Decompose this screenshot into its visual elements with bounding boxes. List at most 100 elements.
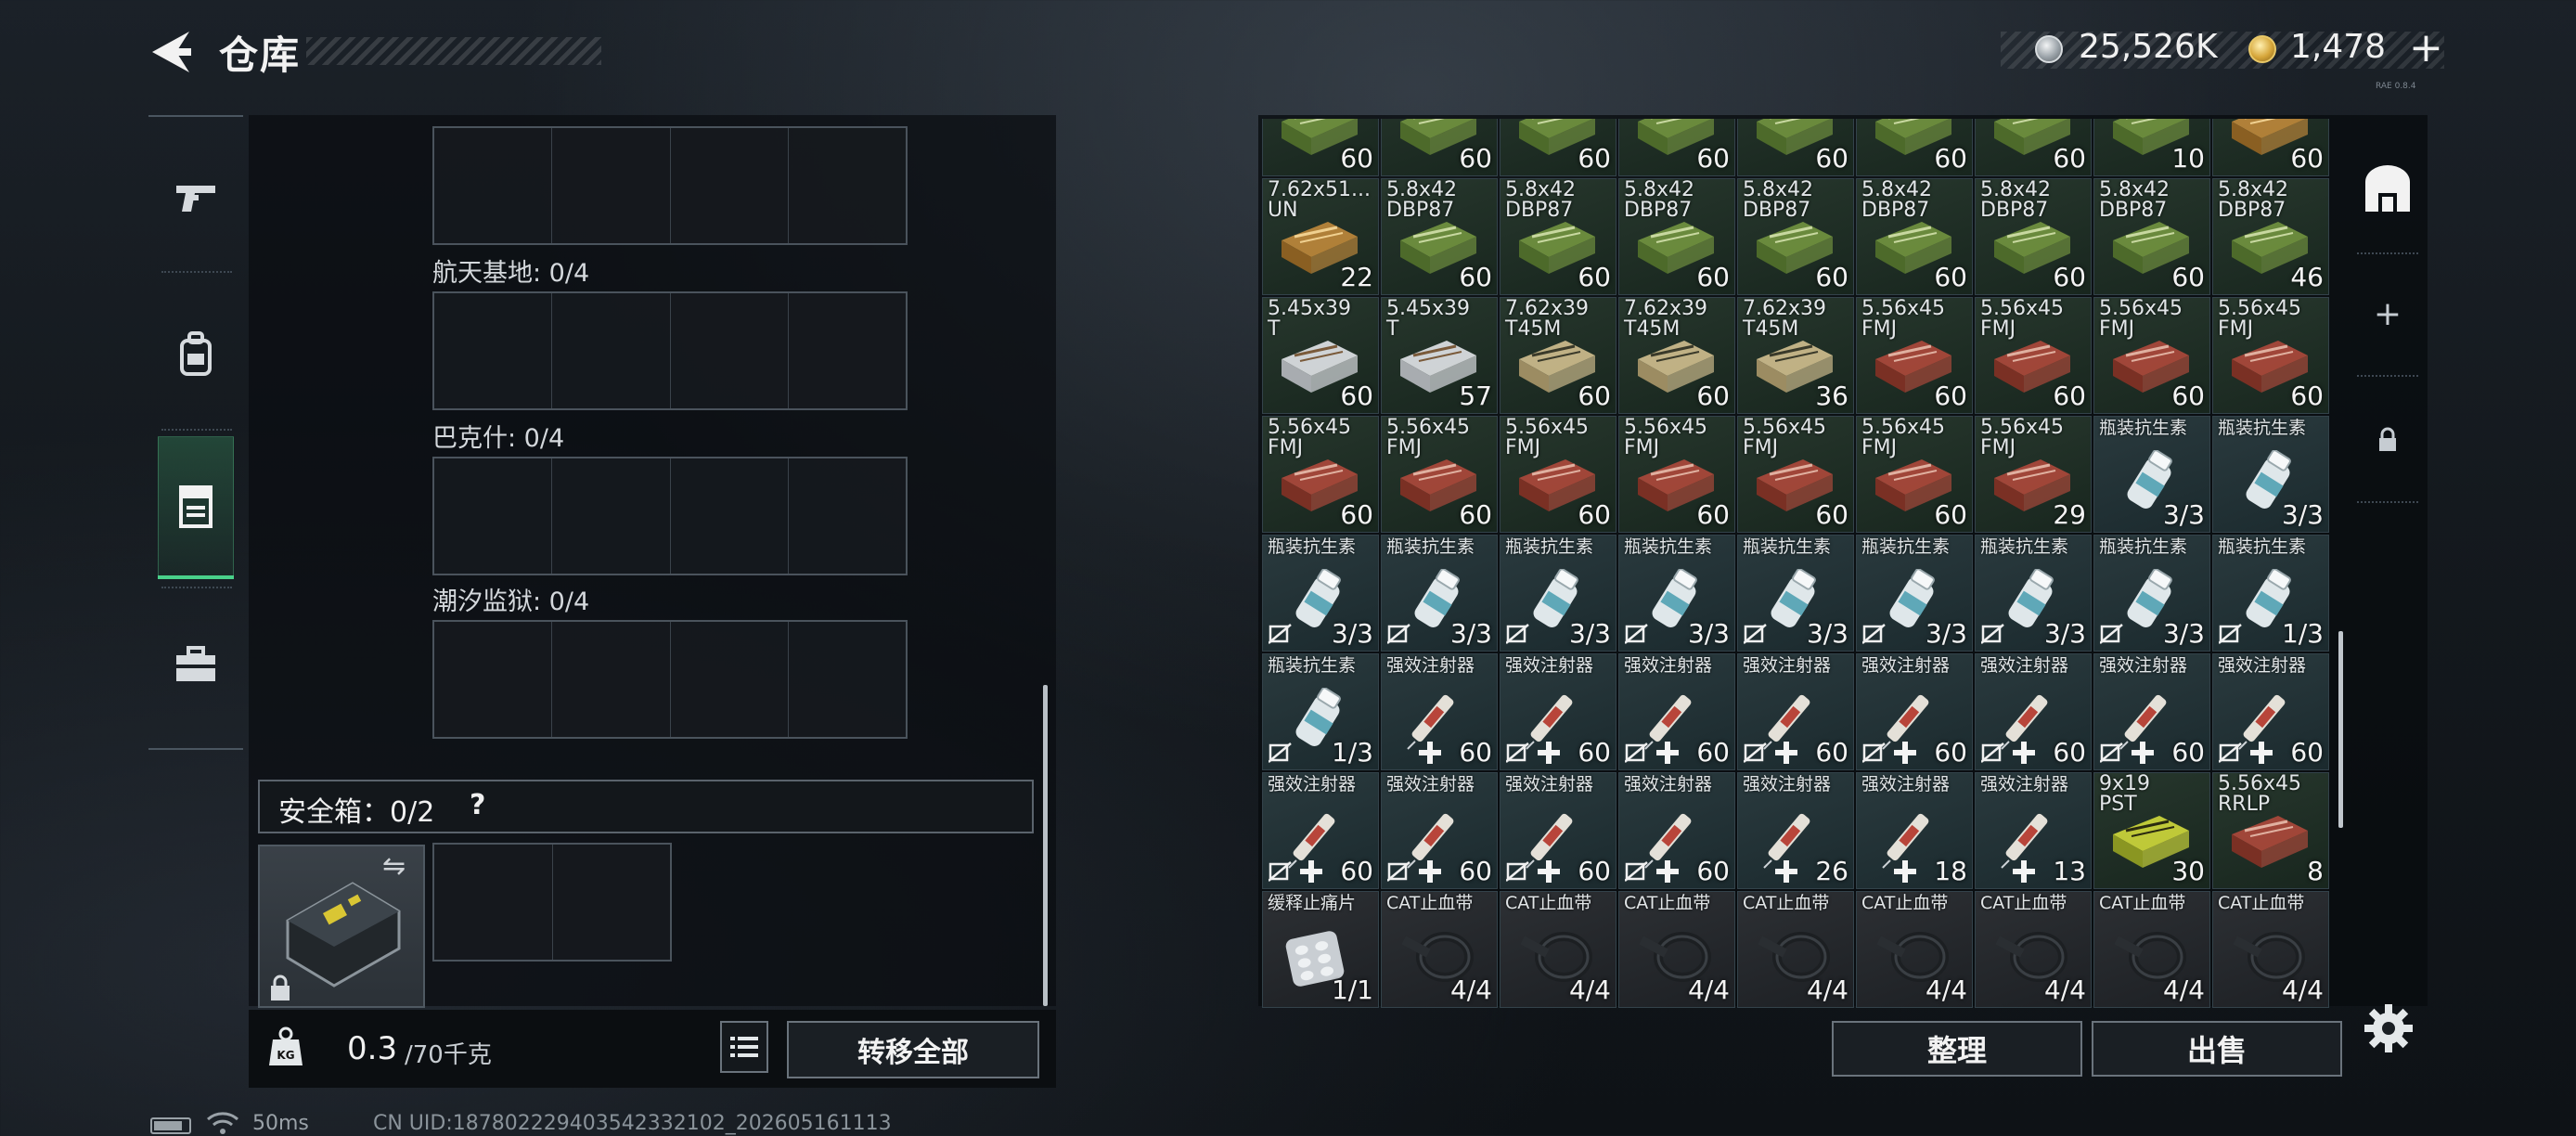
inventory-item[interactable]: 5.56x45 FMJ 60	[1975, 297, 2092, 414]
inventory-item[interactable]: 5.8x42 DBP87 60	[1381, 178, 1498, 295]
inventory-item[interactable]: 强效注射器 26	[1737, 772, 1854, 889]
inventory-item[interactable]: 60	[1500, 119, 1616, 176]
inventory-item[interactable]: 强效注射器 60	[2212, 653, 2329, 770]
inventory-item[interactable]: 5.56x45 FMJ 60	[1381, 416, 1498, 533]
inventory-item[interactable]: 5.56x45 RRLP 8	[2212, 772, 2329, 889]
inventory-item[interactable]: CAT止血带 4/4	[1618, 891, 1735, 1008]
inventory-item[interactable]: CAT止血带 4/4	[1381, 891, 1498, 1008]
stash-slot-row[interactable]	[432, 457, 908, 575]
inventory-item[interactable]: 瓶装抗生素 3/3	[2093, 535, 2210, 652]
inventory-item[interactable]: 7.62x39 T45M 60	[1618, 297, 1735, 414]
inventory-item[interactable]: CAT止血带 4/4	[1737, 891, 1854, 1008]
stash-slot[interactable]	[552, 458, 671, 574]
stash-slot[interactable]	[789, 293, 906, 408]
tab-weapons[interactable]	[148, 124, 243, 273]
inventory-item[interactable]: CAT止血带 4/4	[1975, 891, 2092, 1008]
inventory-scrollbar[interactable]	[2338, 631, 2343, 828]
inventory-item[interactable]: 60	[1618, 119, 1735, 176]
tab-storage[interactable]	[148, 432, 243, 581]
stash-slot-row[interactable]	[432, 620, 908, 739]
inventory-item[interactable]: CAT止血带 4/4	[1500, 891, 1616, 1008]
stash-slot[interactable]	[434, 128, 553, 243]
inventory-item[interactable]: CAT止血带 4/4	[2093, 891, 2210, 1008]
stash-slot[interactable]	[671, 458, 789, 574]
inventory-item[interactable]: CAT止血带 4/4	[1856, 891, 1973, 1008]
stash-slot[interactable]	[434, 293, 553, 408]
stash-slot[interactable]	[789, 622, 906, 737]
safebox-slot[interactable]	[553, 845, 671, 960]
stash-slot[interactable]	[671, 128, 789, 243]
swap-icon[interactable]: ⇋	[382, 850, 406, 883]
stash-slot[interactable]	[434, 622, 553, 737]
inventory-item[interactable]: 5.8x42 DBP87 60	[2093, 178, 2210, 295]
inventory-item[interactable]: 强效注射器 13	[1975, 772, 2092, 889]
inventory-item[interactable]: 60	[1262, 119, 1379, 176]
inventory-item[interactable]: 5.8x42 DBP87 46	[2212, 178, 2329, 295]
stash-slot[interactable]	[552, 622, 671, 737]
stash-slot[interactable]	[671, 622, 789, 737]
safebox-slot[interactable]	[434, 845, 553, 960]
tab-toolbox[interactable]	[148, 590, 243, 739]
transfer-all-button[interactable]: 转移全部	[787, 1021, 1039, 1078]
rnav-lock[interactable]	[2348, 375, 2428, 505]
inventory-item[interactable]: 5.56x45 FMJ 29	[1975, 416, 2092, 533]
inventory-item[interactable]: 强效注射器 60	[1737, 653, 1854, 770]
stash-slot[interactable]	[552, 128, 671, 243]
inventory-item[interactable]: 瓶装抗生素 3/3	[2093, 416, 2210, 533]
safebox-slots[interactable]	[432, 843, 672, 962]
inventory-item[interactable]: 60	[1737, 119, 1854, 176]
inventory-item[interactable]: 5.8x42 DBP87 60	[1737, 178, 1854, 295]
inventory-item[interactable]: 7.62x39 T45M 60	[1500, 297, 1616, 414]
inventory-item[interactable]: 5.56x45 FMJ 60	[1618, 416, 1735, 533]
inventory-item[interactable]: 7.62x39 T45M 36	[1737, 297, 1854, 414]
sort-button[interactable]: 整理	[1832, 1021, 2082, 1077]
inventory-item[interactable]: 5.45x39 T 57	[1381, 297, 1498, 414]
inventory-item[interactable]: 5.56x45 FMJ 60	[2093, 297, 2210, 414]
stash-slot[interactable]	[671, 293, 789, 408]
inventory-item[interactable]: 5.8x42 DBP87 60	[1856, 178, 1973, 295]
inventory-item[interactable]: 强效注射器 60	[1500, 772, 1616, 889]
safebox-help-button[interactable]: ?	[470, 789, 485, 821]
settings-button[interactable]	[2363, 1002, 2415, 1054]
inventory-item[interactable]: 60	[1975, 119, 2092, 176]
rnav-container[interactable]	[2348, 124, 2428, 254]
inventory-item[interactable]: 瓶装抗生素 3/3	[1500, 535, 1616, 652]
inventory-item[interactable]: 强效注射器 60	[1381, 772, 1498, 889]
inventory-item[interactable]: 5.56x45 FMJ 60	[1500, 416, 1616, 533]
inventory-item[interactable]: 强效注射器 60	[1262, 772, 1379, 889]
inventory-item[interactable]: 缓释止痛片 1/1	[1262, 891, 1379, 1008]
inventory-item[interactable]: 瓶装抗生素 3/3	[1737, 535, 1854, 652]
stash-slot-row[interactable]	[432, 291, 908, 410]
inventory-item[interactable]: 9x19 PST 30	[2093, 772, 2210, 889]
inventory-item[interactable]: 强效注射器 60	[2093, 653, 2210, 770]
inventory-item[interactable]: CAT止血带 4/4	[2212, 891, 2329, 1008]
inventory-item[interactable]: 瓶装抗生素 3/3	[1975, 535, 2092, 652]
inventory-item[interactable]: 5.8x42 DBP87 60	[1500, 178, 1616, 295]
inventory-item[interactable]: 5.56x45 FMJ 60	[1262, 416, 1379, 533]
inventory-item[interactable]: 5.8x42 DBP87 60	[1975, 178, 2092, 295]
sell-button[interactable]: 出售	[2092, 1021, 2342, 1077]
inventory-item[interactable]: 60	[1856, 119, 1973, 176]
inventory-item[interactable]: 5.45x39 T 60	[1262, 297, 1379, 414]
inventory-item[interactable]: 强效注射器 60	[1618, 772, 1735, 889]
add-icon[interactable]: +	[2348, 249, 2428, 379]
stash-scrollbar[interactable]	[1043, 685, 1048, 1006]
tab-gear[interactable]	[148, 280, 243, 429]
inventory-item[interactable]: 强效注射器 60	[1856, 653, 1973, 770]
inventory-item[interactable]: 瓶装抗生素 1/3	[2212, 535, 2329, 652]
stash-slot[interactable]	[434, 458, 553, 574]
stash-slot[interactable]	[552, 293, 671, 408]
inventory-item[interactable]: 瓶装抗生素 3/3	[1856, 535, 1973, 652]
inventory-item[interactable]: 5.56x45 FMJ 60	[1737, 416, 1854, 533]
inventory-item[interactable]: 5.8x42 DBP87 60	[1618, 178, 1735, 295]
inventory-item[interactable]: 10	[2093, 119, 2210, 176]
add-currency-button[interactable]: +	[2409, 24, 2443, 71]
inventory-item[interactable]: 强效注射器 60	[1975, 653, 2092, 770]
inventory-item[interactable]: 强效注射器 60	[1381, 653, 1498, 770]
list-view-button[interactable]	[720, 1021, 768, 1073]
inventory-item[interactable]: 瓶装抗生素 1/3	[1262, 653, 1379, 770]
inventory-item[interactable]: 5.56x45 FMJ 60	[2212, 297, 2329, 414]
inventory-item[interactable]: 5.56x45 FMJ 60	[1856, 416, 1973, 533]
inventory-item[interactable]: 强效注射器 18	[1856, 772, 1973, 889]
inventory-item[interactable]: 瓶装抗生素 3/3	[1381, 535, 1498, 652]
